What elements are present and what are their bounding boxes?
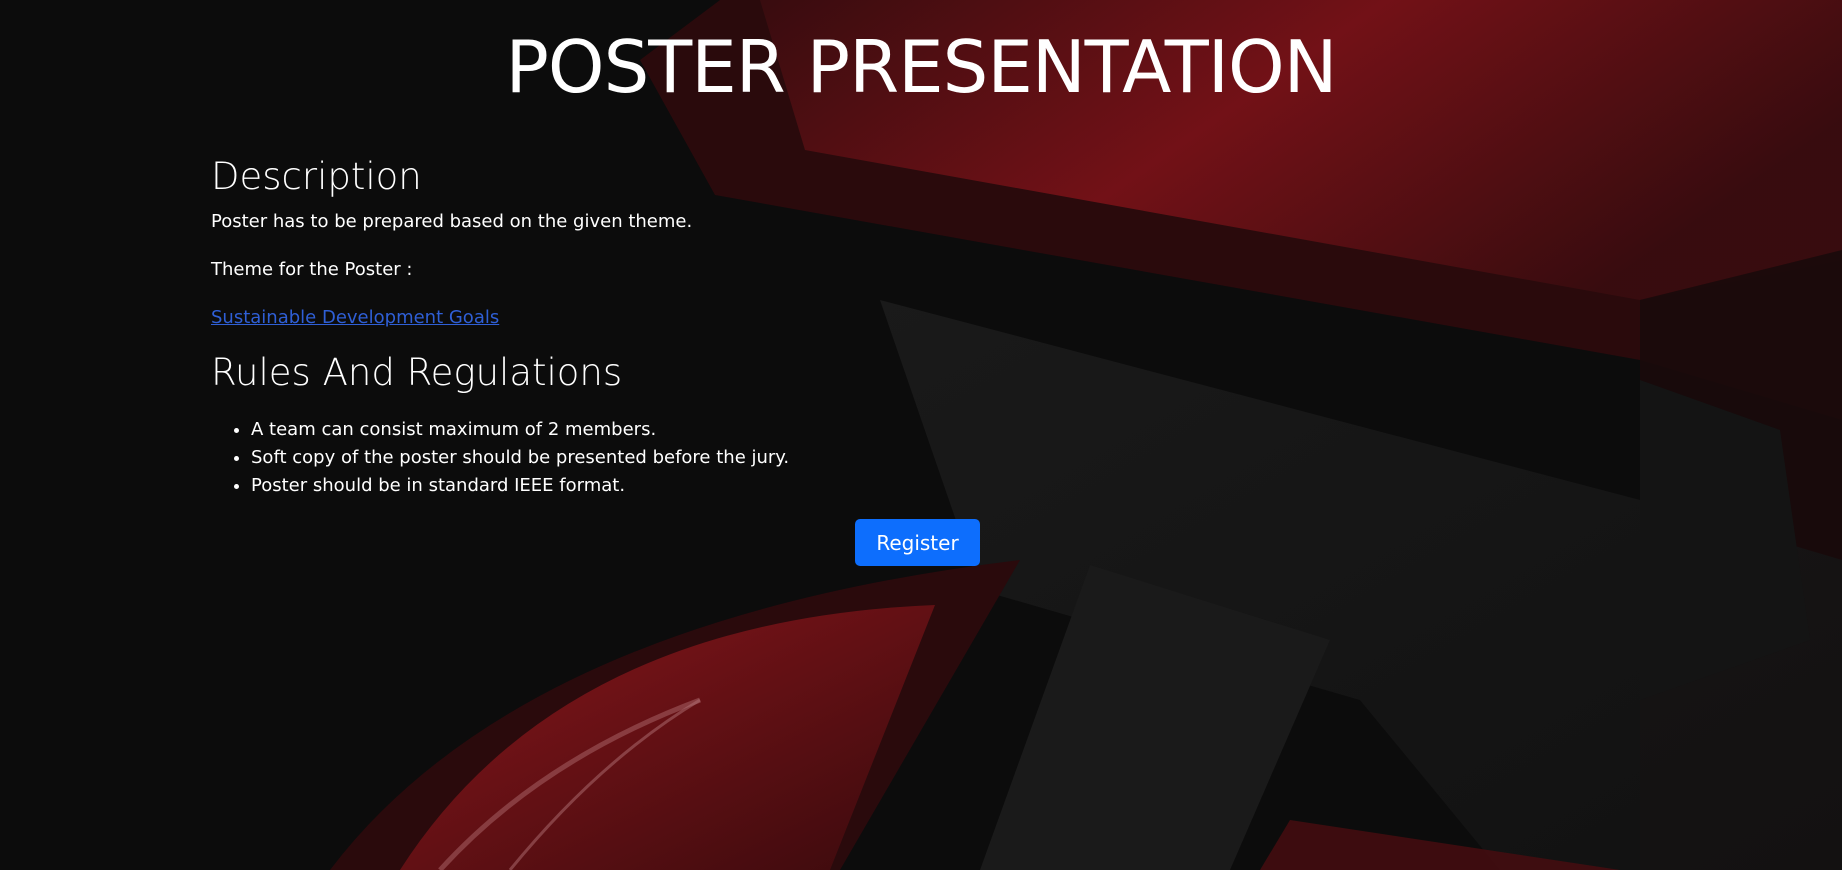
- list-item: A team can consist maximum of 2 members.: [251, 416, 789, 444]
- theme-label: Theme for the Poster :: [211, 259, 413, 280]
- list-item: Soft copy of the poster should be presen…: [251, 444, 789, 472]
- rules-list: A team can consist maximum of 2 members.…: [211, 416, 789, 500]
- page-title: POSTER PRESENTATION: [505, 25, 1338, 109]
- page: POSTER PRESENTATION Description Poster h…: [0, 0, 1842, 870]
- list-item: Poster should be in standard IEEE format…: [251, 472, 789, 500]
- theme-link[interactable]: Sustainable Development Goals: [211, 306, 499, 330]
- main-content: POSTER PRESENTATION Description Poster h…: [0, 0, 1842, 870]
- register-button[interactable]: Register: [855, 519, 980, 566]
- rules-heading: Rules And Regulations: [211, 351, 623, 394]
- description-heading: Description: [211, 155, 422, 198]
- description-text: Poster has to be prepared based on the g…: [211, 211, 693, 232]
